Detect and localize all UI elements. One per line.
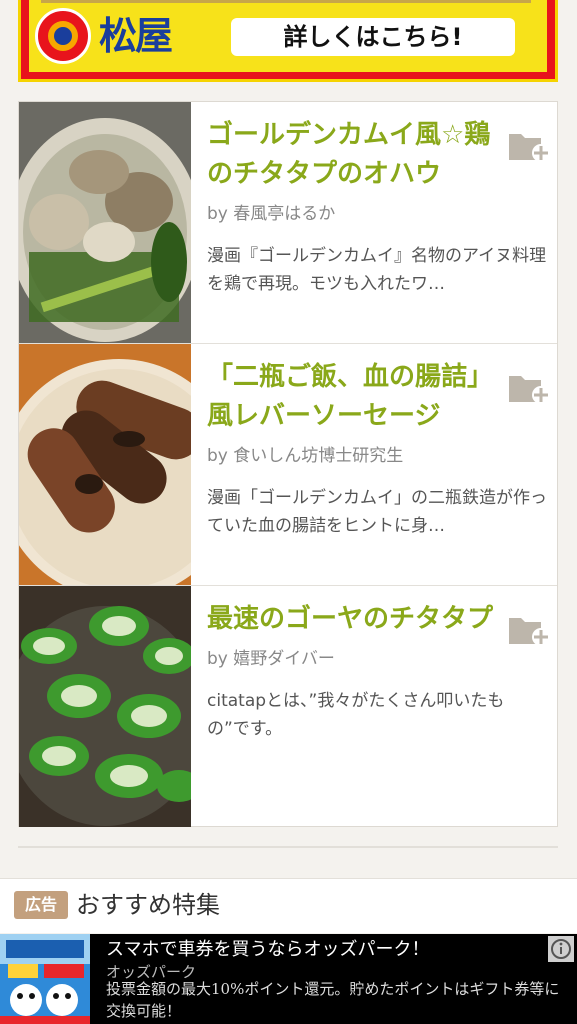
article-author[interactable]: by 食いしん坊博士研究生 xyxy=(207,444,507,468)
article-author[interactable]: by 嬉野ダイバー xyxy=(207,647,507,671)
top-banner-ad-strip xyxy=(41,0,531,3)
article-author[interactable]: by 春風亭はるか xyxy=(207,202,507,226)
ad-badge: 広告 xyxy=(14,891,68,919)
article-card[interactable]: ゴールデンカムイ風☆鶏のチタタプのオハウ by 春風亭はるか 漫画『ゴールデンカ… xyxy=(19,102,557,344)
article-title[interactable]: 「二瓶ご飯、血の腸詰」風レバーソーセージ xyxy=(207,358,507,436)
ad-title[interactable]: スマホで車券を買うならオッズパーク！ xyxy=(106,938,429,962)
article-card[interactable]: 最速のゴーヤのチタタプ by 嬉野ダイバー citatapとは、”我々がたくさん… xyxy=(19,586,557,827)
folder-plus-icon[interactable] xyxy=(507,128,551,164)
section-divider xyxy=(18,846,558,848)
article-title[interactable]: 最速のゴーヤのチタタプ xyxy=(207,600,507,639)
section-title: おすすめ特集 xyxy=(76,891,220,919)
info-icon[interactable] xyxy=(548,936,574,962)
article-thumbnail[interactable] xyxy=(19,586,191,827)
article-card[interactable]: 「二瓶ご飯、血の腸詰」風レバーソーセージ by 食いしん坊博士研究生 漫画「ゴー… xyxy=(19,344,557,586)
article-thumbnail[interactable] xyxy=(19,102,191,343)
article-description: 漫画「ゴールデンカムイ」の二瓶鉄造が作っていた血の腸詰をヒントに身… xyxy=(207,488,547,536)
ad-logo-text: 松屋 xyxy=(99,14,173,58)
recommended-section-header: 広告 おすすめ特集 xyxy=(0,878,577,933)
ad-thumbnail[interactable] xyxy=(0,934,90,1024)
article-title[interactable]: ゴールデンカムイ風☆鶏のチタタプのオハウ xyxy=(207,116,507,194)
article-content: 最速のゴーヤのチタタプ by 嬉野ダイバー citatapとは、”我々がたくさん… xyxy=(207,600,507,743)
ad-details-button[interactable]: 詳しくはこちら! xyxy=(231,18,515,56)
article-content: 「二瓶ご飯、血の腸詰」風レバーソーセージ by 食いしん坊博士研究生 漫画「ゴー… xyxy=(207,358,547,540)
top-banner-ad[interactable]: 松屋 詳しくはこちら! xyxy=(18,0,558,82)
matsuya-logo-icon xyxy=(35,8,91,64)
folder-plus-icon[interactable] xyxy=(507,612,551,648)
article-list: ゴールデンカムイ風☆鶏のチタタプのオハウ by 春風亭はるか 漫画『ゴールデンカ… xyxy=(18,101,558,827)
ad-description: 投票金額の最大10%ポイント還元。貯めたポイントはギフト券等に交換可能！ xyxy=(106,980,560,1020)
folder-plus-icon[interactable] xyxy=(507,370,551,406)
bottom-banner-ad[interactable]: スマホで車券を買うならオッズパーク！ オッズパーク 投票金額の最大10%ポイント… xyxy=(0,934,577,1024)
article-thumbnail[interactable] xyxy=(19,344,191,585)
article-description: citatapとは、”我々がたくさん叩いたもの”です。 xyxy=(207,691,505,739)
article-content: ゴールデンカムイ風☆鶏のチタタプのオハウ by 春風亭はるか 漫画『ゴールデンカ… xyxy=(207,116,546,298)
article-description: 漫画『ゴールデンカムイ』名物のアイヌ料理を鶏で再現。モツも入れたワ… xyxy=(207,246,547,294)
